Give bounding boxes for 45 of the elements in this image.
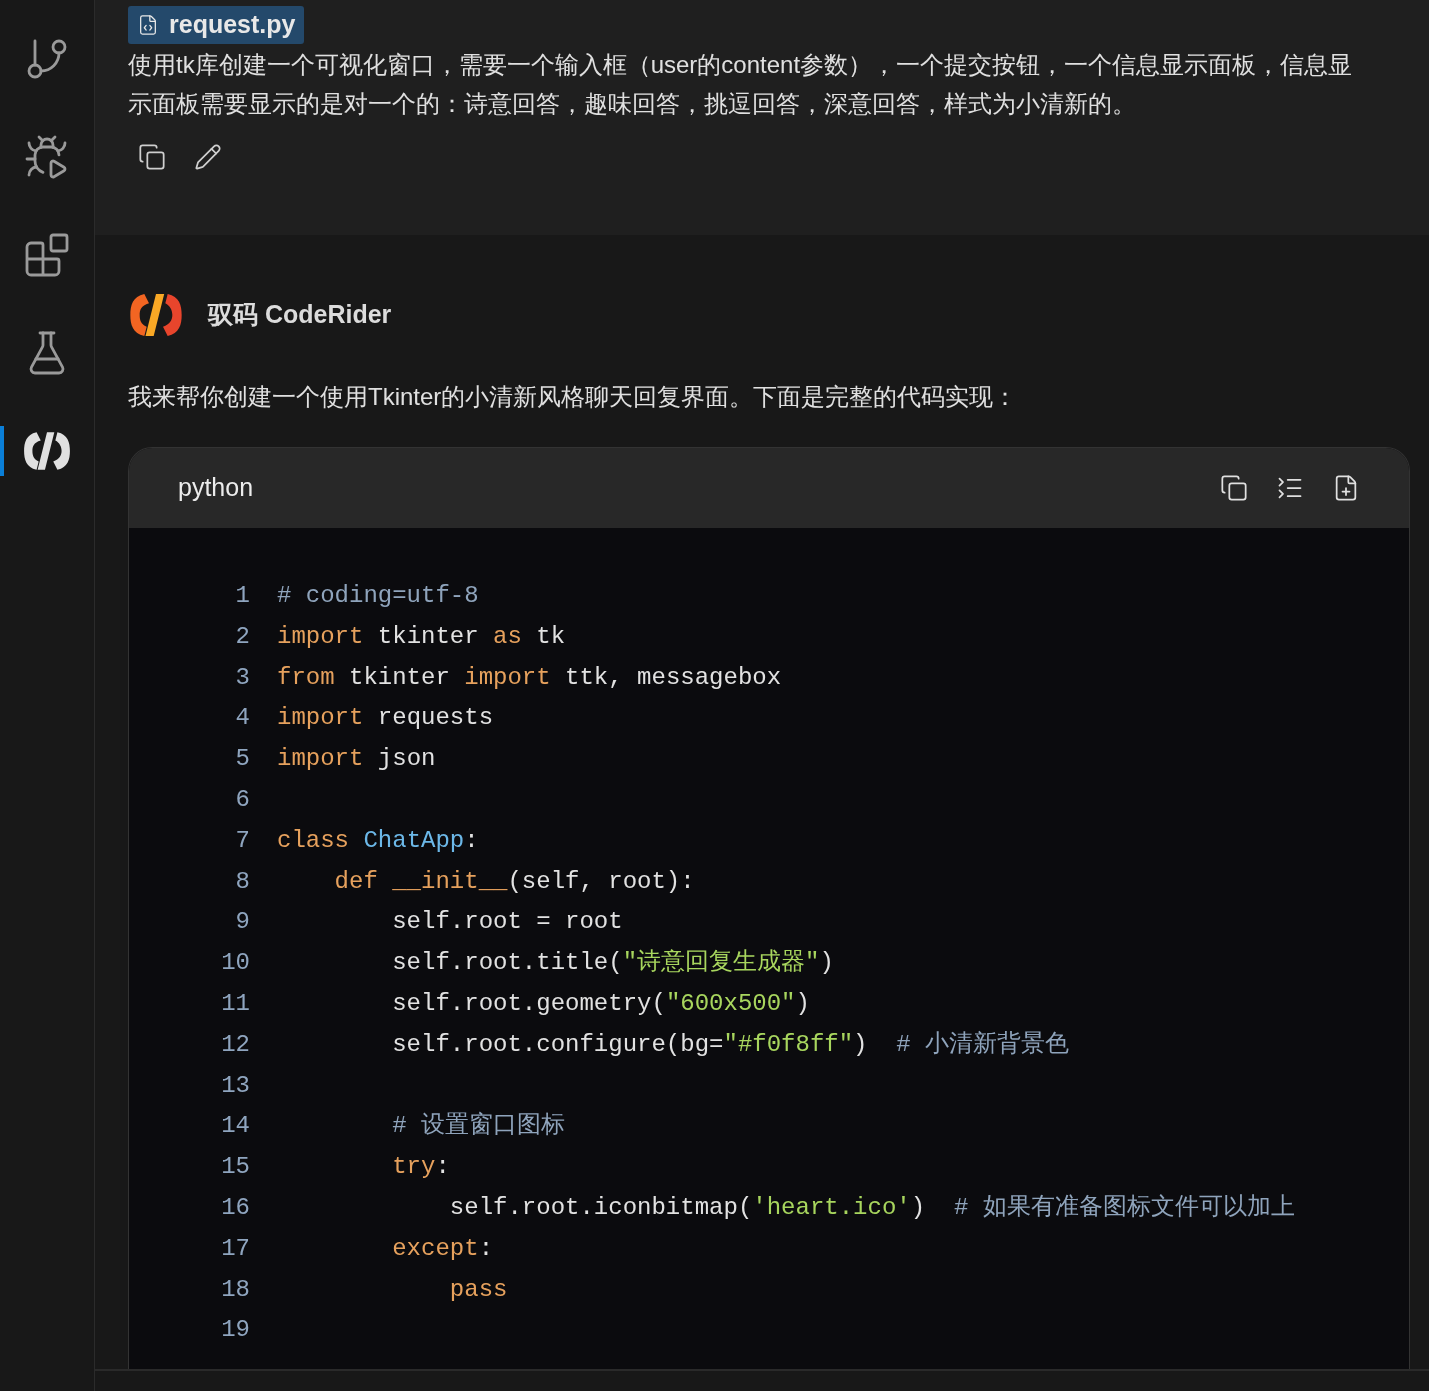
user-message-text: 使用tk库创建一个可视化窗口，需要一个输入框（user的content参数），一个提交按钮，一个信息显示面板，信息显示面板需要显示的是对一个的：诗意回答，趣味回答，挑逗回答，深意回答，样式为小清新的。 xyxy=(128,50,1354,119)
code-line: self.root.iconbitmap('heart.ico') # 如果有准备图标文件可以加上 xyxy=(448,1192,1295,1223)
line-number: 12 xyxy=(220,1029,250,1060)
line-number: 7 xyxy=(234,825,250,856)
code-line: except: xyxy=(391,1233,494,1264)
file-attachment-chip[interactable]: request.py xyxy=(128,6,305,44)
line-number: 13 xyxy=(220,1070,250,1101)
line-number: 5 xyxy=(234,744,250,775)
assistant-message-text: 我来帮你创建一个使用Tkinter的小清新风格聊天回复界面。下面是完整的代码实现： xyxy=(128,382,1019,412)
code-line: self.root.geometry("600x500") xyxy=(391,988,810,1019)
code-line: pass xyxy=(448,1274,508,1305)
code-line: # coding=utf-8 xyxy=(277,581,479,611)
code-line: self.root = root xyxy=(391,907,623,938)
code-line: # 设置窗口图标 xyxy=(391,1110,566,1142)
line-number: 18 xyxy=(220,1274,250,1305)
file-code-icon xyxy=(137,14,159,36)
copy-icon[interactable] xyxy=(138,143,166,171)
code-line: self.root.configure(bg="#f0f8ff") # 小清新背景色 xyxy=(391,1029,1070,1060)
code-line: import tkinter as tk xyxy=(277,621,566,652)
line-number: 8 xyxy=(234,866,250,897)
line-number: 4 xyxy=(234,703,250,734)
line-number: 9 xyxy=(234,907,250,938)
code-line: def __init__(self, root): xyxy=(333,866,695,897)
line-number: 10 xyxy=(220,948,250,979)
line-number: 11 xyxy=(220,988,250,1019)
code-line: import requests xyxy=(277,703,494,734)
line-number: 16 xyxy=(220,1192,250,1223)
code-line: try: xyxy=(391,1152,450,1183)
extensions-icon xyxy=(23,231,71,279)
line-number: 15 xyxy=(220,1152,250,1183)
line-number: 1 xyxy=(234,581,250,611)
code-line: import json xyxy=(277,744,436,775)
line-number: 3 xyxy=(234,662,250,693)
code-line: self.root.title("诗意回复生成器") xyxy=(391,948,834,979)
line-number: 2 xyxy=(234,621,250,652)
line-number: 17 xyxy=(220,1233,250,1264)
code-language-label: python xyxy=(178,472,255,504)
assistant-name: 驭码 CodeRider xyxy=(208,299,392,331)
line-number: 6 xyxy=(234,785,250,815)
code-line: class ChatApp: xyxy=(277,825,479,856)
copy-code-icon[interactable] xyxy=(1220,474,1248,502)
line-number: 14 xyxy=(220,1111,250,1142)
line-number: 19 xyxy=(220,1315,250,1346)
edit-icon[interactable] xyxy=(194,143,222,171)
code-line: from tkinter import ttk, messagebox xyxy=(277,662,782,693)
